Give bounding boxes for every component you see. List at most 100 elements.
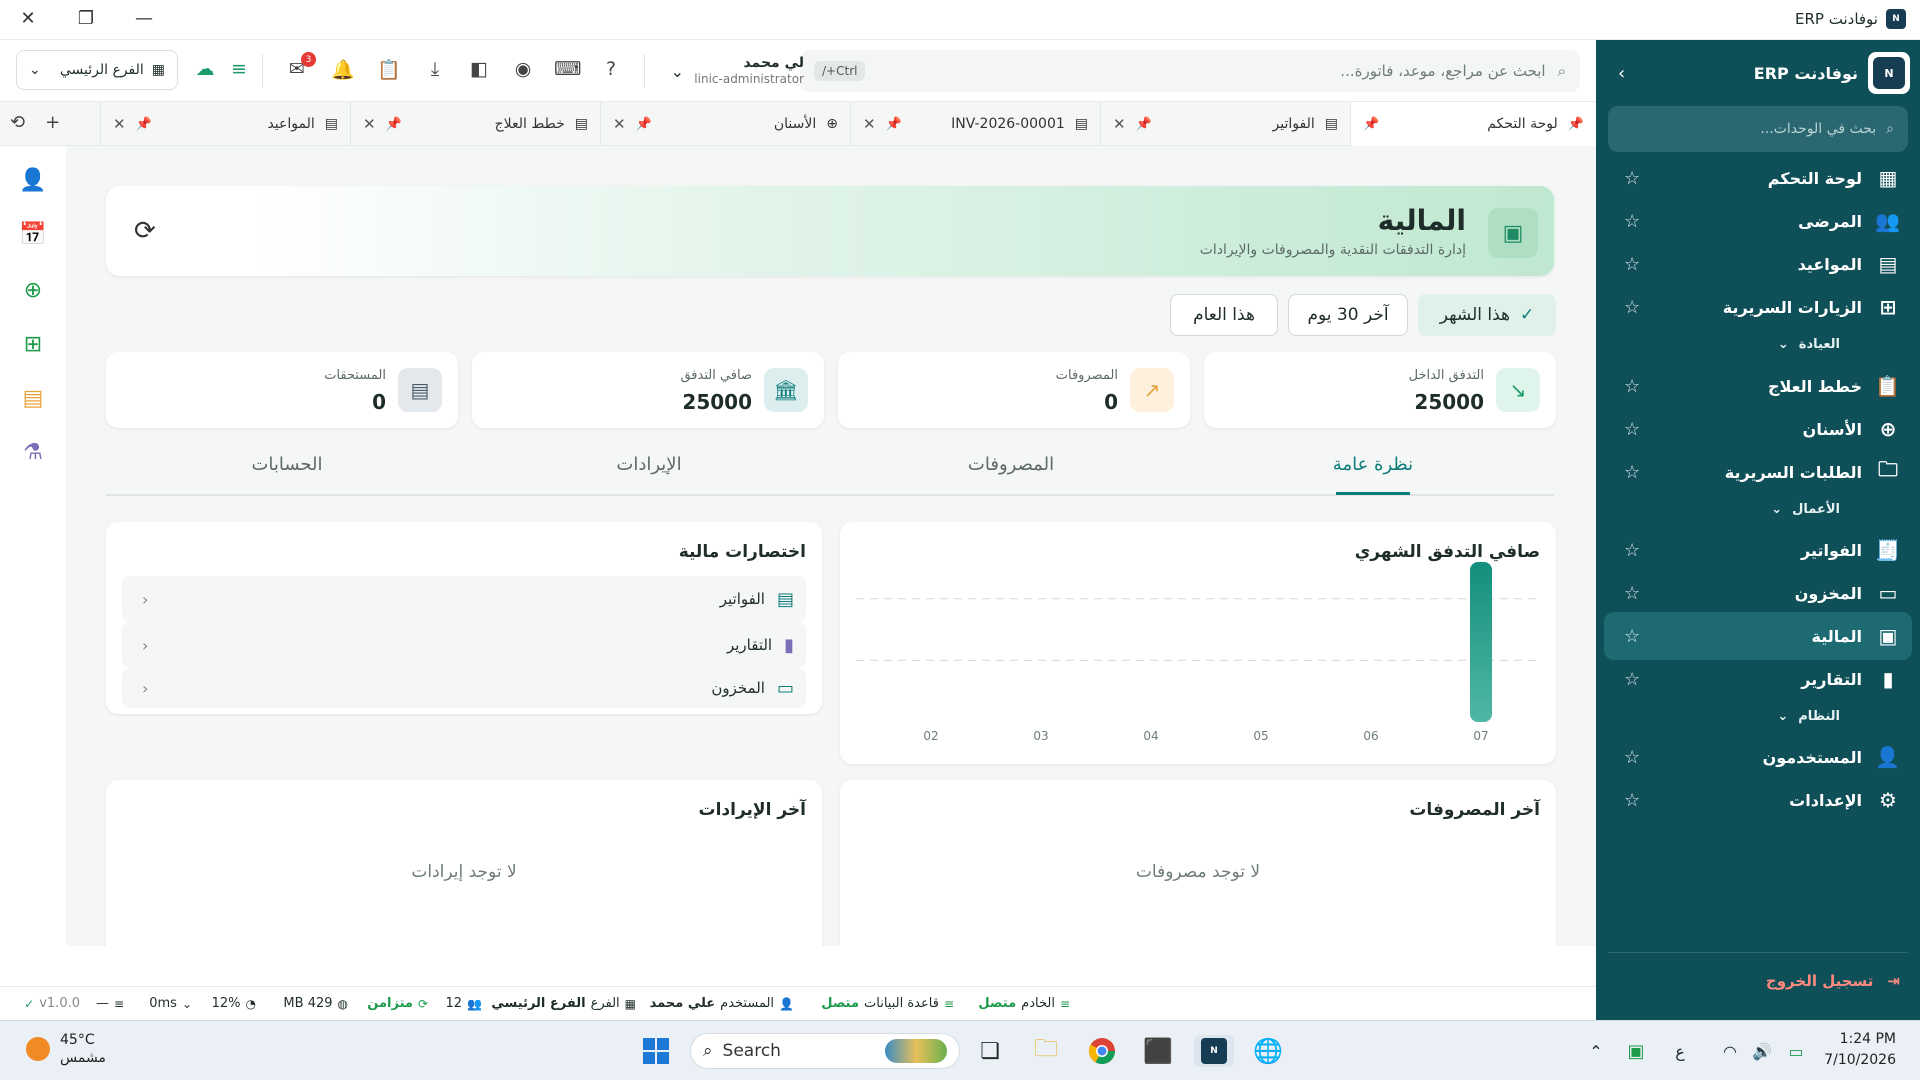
mail-icon[interactable]: ✉ 3: [284, 52, 316, 84]
weather-widget[interactable]: 45°C مشمس: [26, 1031, 106, 1067]
tab-invoice-detail[interactable]: ▤ INV-2026-00001 📌 ✕: [850, 102, 1100, 146]
cloud-sync-icon[interactable]: ☁: [192, 58, 218, 84]
system-clock[interactable]: 1:24 PM 7/10/2026: [1824, 1029, 1896, 1071]
tab-invoices[interactable]: ▤ الفواتير 📌 ✕: [1100, 102, 1350, 146]
star-icon[interactable]: ☆: [1624, 462, 1640, 483]
pin-icon[interactable]: 📌: [1363, 117, 1379, 132]
sidebar-section-system[interactable]: النظام ⌄: [1596, 698, 1920, 734]
sidebar-item-dashboard[interactable]: ▦ لوحة التحكم ☆: [1604, 154, 1912, 202]
wifi-icon[interactable]: ◠: [1718, 1035, 1742, 1067]
volume-icon[interactable]: 🔊: [1750, 1035, 1774, 1067]
sidebar-item-invoices[interactable]: 🧾 الفواتير ☆: [1604, 526, 1912, 574]
calendar-check-icon[interactable]: 📅: [18, 222, 48, 252]
star-icon[interactable]: ☆: [1624, 211, 1640, 232]
plus-square-icon[interactable]: ⊞: [18, 332, 48, 362]
pin-icon[interactable]: 📌: [1568, 117, 1584, 132]
shortcut-reports[interactable]: ▮ التقارير ‹: [122, 622, 806, 668]
tab-teeth[interactable]: ⊕ الأسنان 📌 ✕: [600, 102, 850, 146]
tab-appointments[interactable]: ▤ المواعيد 📌 ✕: [100, 102, 350, 146]
sidebar-item-appointments[interactable]: ▤ المواعيد ☆: [1604, 240, 1912, 288]
pin-icon[interactable]: 📌: [386, 117, 402, 132]
close-tab-icon[interactable]: ✕: [1113, 115, 1126, 133]
tab-accounts[interactable]: الحسابات: [106, 454, 468, 475]
minus-icon[interactable]: —: [96, 996, 109, 1011]
branch-selector[interactable]: ▦ الفرع الرئيسي ⌄: [16, 50, 178, 90]
sidebar-item-users[interactable]: 👤 المستخدمون ☆: [1604, 733, 1912, 781]
star-icon[interactable]: ☆: [1624, 790, 1640, 811]
erp-app-icon[interactable]: N: [1194, 1035, 1234, 1067]
task-view-icon[interactable]: ❏: [974, 1035, 1006, 1067]
clipboard-timer-icon[interactable]: 📋: [376, 58, 402, 84]
sidebar-item-teeth[interactable]: ⊕ الأسنان ☆: [1604, 405, 1912, 453]
browser-globe-icon[interactable]: 🌐: [1252, 1035, 1284, 1067]
sidebar-section-business[interactable]: الأعمال ⌄: [1596, 491, 1920, 527]
panel-icon[interactable]: ◧: [466, 58, 492, 84]
tab-expenses[interactable]: المصروفات: [830, 454, 1192, 475]
pin-icon[interactable]: 📌: [1136, 117, 1152, 132]
star-icon[interactable]: ☆: [1624, 626, 1640, 647]
sidebar-item-treatment-plans[interactable]: 📋 خطط العلاج ☆: [1604, 362, 1912, 410]
period-this-month[interactable]: ✓ هذا الشهر: [1418, 294, 1556, 336]
tray-app-icon[interactable]: ▣: [1624, 1035, 1648, 1067]
chrome-icon[interactable]: [1086, 1035, 1118, 1067]
help-icon[interactable]: ?: [598, 58, 624, 84]
tab-revenue[interactable]: الإيرادات: [468, 454, 830, 475]
chevron-up-icon[interactable]: ⌃: [1584, 1035, 1608, 1067]
start-button[interactable]: [638, 1035, 674, 1067]
database-icon[interactable]: ≡: [226, 58, 252, 84]
sidebar-item-reports[interactable]: ▮ التقارير ☆: [1604, 655, 1912, 703]
star-icon[interactable]: ☆: [1624, 419, 1640, 440]
add-patient-icon[interactable]: 👤: [18, 168, 48, 198]
close-tab-icon[interactable]: ✕: [863, 115, 876, 133]
preview-icon[interactable]: ◉: [510, 58, 536, 84]
maximize-window-button[interactable]: ❐: [72, 8, 100, 29]
logout-button[interactable]: ⇥ تسجيل الخروج: [1766, 972, 1900, 990]
close-tab-icon[interactable]: ✕: [363, 115, 376, 133]
period-last-30-days[interactable]: آخر 30 يوم: [1288, 294, 1408, 336]
minimize-window-button[interactable]: —: [130, 8, 158, 29]
medical-bag-icon[interactable]: ⊕: [18, 278, 48, 308]
status-menu[interactable]: ≡ —: [96, 996, 124, 1011]
sidebar-section-clinic[interactable]: العيادة ⌄: [1596, 326, 1920, 362]
battery-icon[interactable]: ▭: [1782, 1035, 1810, 1067]
pin-icon[interactable]: 📌: [136, 117, 152, 132]
close-tab-icon[interactable]: ✕: [613, 115, 626, 133]
sidebar-search-input[interactable]: بحث في الوحدات...: [1760, 121, 1876, 137]
menu-icon[interactable]: ≡: [114, 997, 124, 1011]
tab-treatment-plans[interactable]: ▤ خطط العلاج 📌 ✕: [350, 102, 600, 146]
close-window-button[interactable]: ✕: [14, 8, 42, 29]
flask-icon[interactable]: ⚗: [18, 440, 48, 470]
star-icon[interactable]: ☆: [1624, 540, 1640, 561]
tab-overview[interactable]: نظرة عامة: [1192, 454, 1554, 475]
global-search-input[interactable]: ابحث عن مراجع، موعد، فاتورة...: [1340, 62, 1545, 80]
sidebar-item-inventory[interactable]: ▭ المخزون ☆: [1604, 569, 1912, 617]
shortcut-invoices[interactable]: ▤ الفواتير ‹: [122, 576, 806, 622]
bell-icon[interactable]: 🔔: [330, 58, 356, 84]
star-icon[interactable]: ☆: [1624, 747, 1640, 768]
star-icon[interactable]: ☆: [1624, 583, 1640, 604]
sidebar-item-clinical-visits[interactable]: ⊞ الزيارات السريرية ☆: [1604, 283, 1912, 331]
language-indicator[interactable]: ع: [1668, 1035, 1692, 1067]
receipt-icon[interactable]: ▤: [18, 386, 48, 416]
add-tab-icon[interactable]: +: [45, 112, 60, 133]
period-this-year[interactable]: هذا العام: [1170, 294, 1278, 336]
global-search[interactable]: ⌕ ابحث عن مراجع، موعد، فاتورة... Ctrl+/: [800, 50, 1580, 92]
star-icon[interactable]: ☆: [1624, 297, 1640, 318]
history-icon[interactable]: ⟲: [10, 112, 25, 133]
terminal-icon[interactable]: ⌨: [554, 58, 581, 84]
sidebar-item-finance[interactable]: ▣ المالية ☆: [1604, 612, 1912, 660]
refresh-icon[interactable]: ⟳: [134, 216, 156, 246]
star-icon[interactable]: ☆: [1624, 376, 1640, 397]
taskbar-search[interactable]: ⌕ Search: [690, 1033, 960, 1069]
download-icon[interactable]: ⤓: [422, 58, 448, 84]
tab-dashboard[interactable]: 📌 لوحة التحكم 📌: [1350, 102, 1596, 146]
user-menu[interactable]: لي محمد clinic-administrator ⌄: [664, 50, 804, 92]
sidebar-item-clinical-orders[interactable]: 🗀 الطلبات السريرية ☆: [1604, 448, 1912, 496]
sidebar-search[interactable]: ⌕ بحث في الوحدات...: [1608, 106, 1908, 152]
sidebar-collapse-chevron-icon[interactable]: ›: [1618, 63, 1625, 84]
star-icon[interactable]: ☆: [1624, 168, 1640, 189]
pin-icon[interactable]: 📌: [886, 117, 902, 132]
shortcut-inventory[interactable]: ▭ المخزون ‹: [122, 668, 806, 708]
sidebar-item-patients[interactable]: 👥 المرضى ☆: [1604, 197, 1912, 245]
app-cube-icon[interactable]: ⬛: [1142, 1035, 1174, 1067]
